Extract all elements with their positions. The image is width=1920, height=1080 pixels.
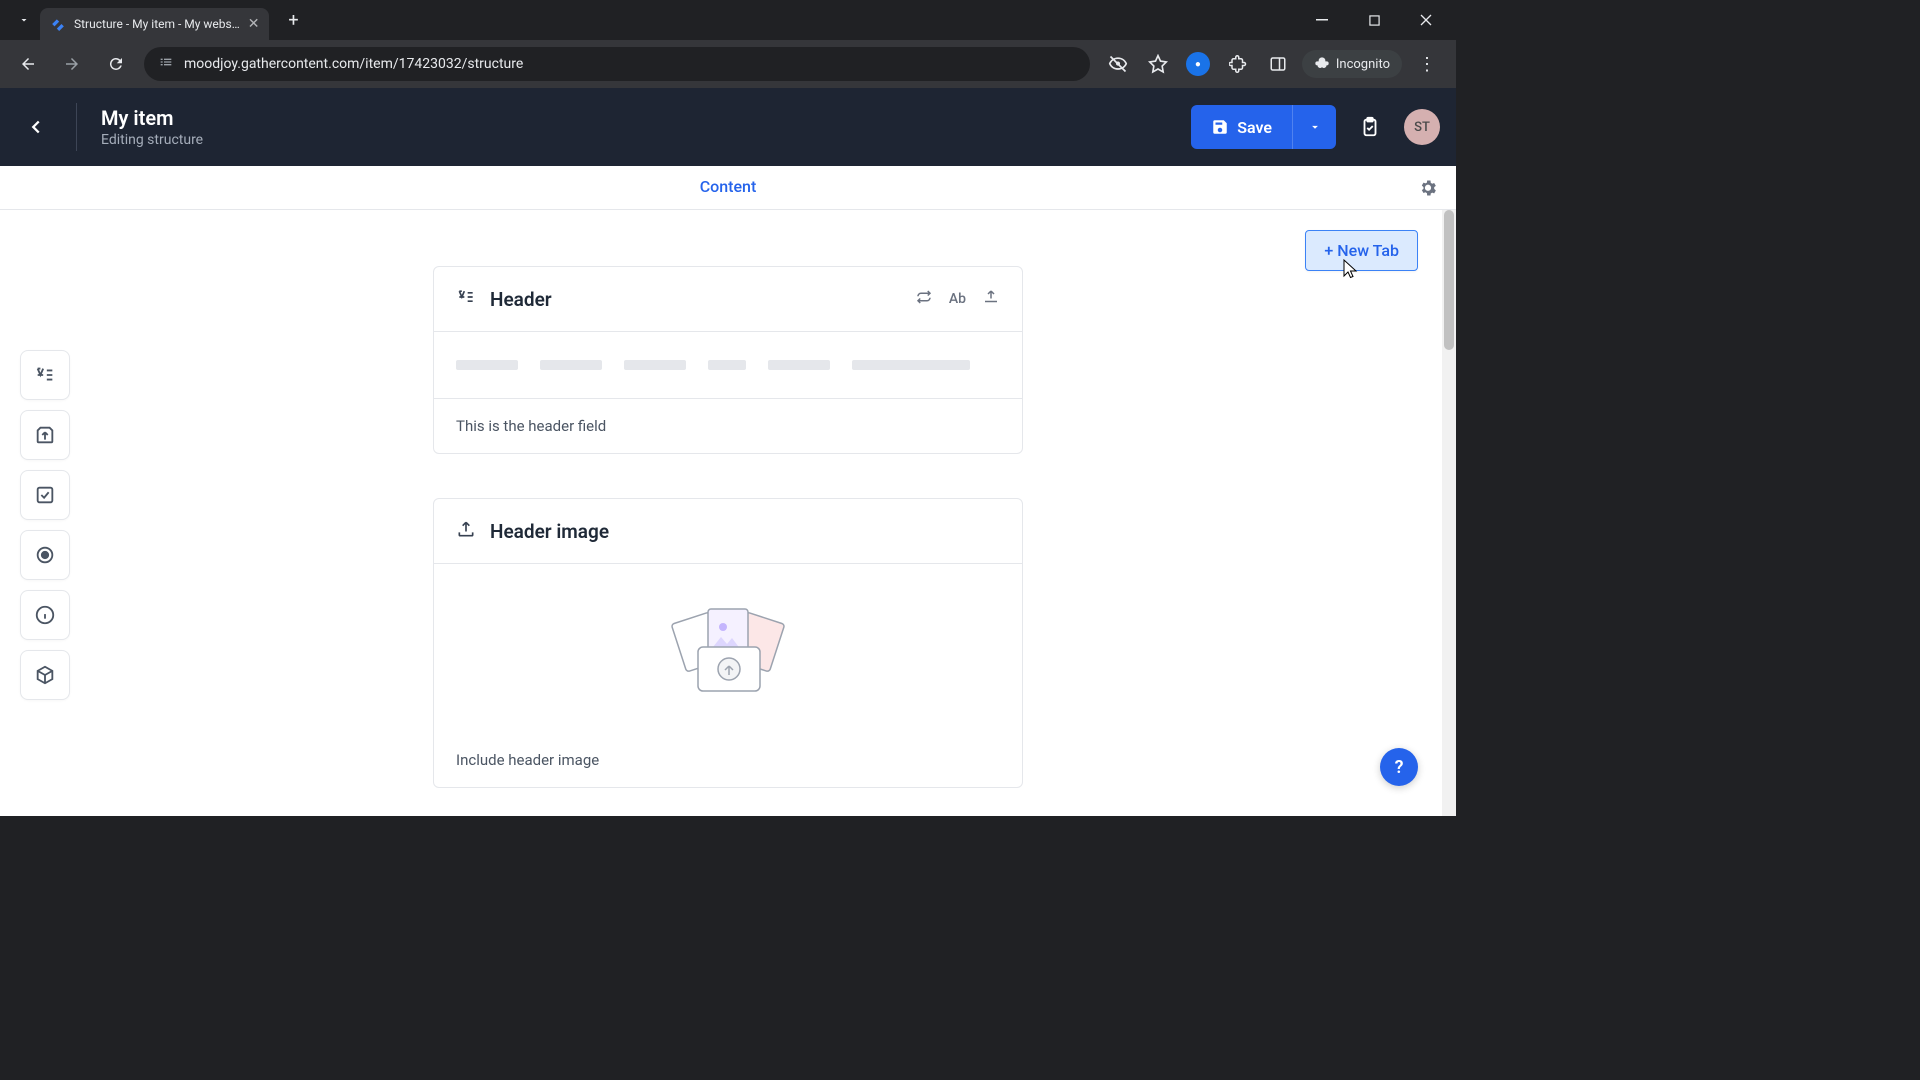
- field-cards: Header Ab: [433, 266, 1023, 788]
- field-card-header[interactable]: Header Ab: [433, 266, 1023, 454]
- field-type-checkbox[interactable]: [20, 470, 70, 520]
- scrollbar-thumb[interactable]: [1444, 210, 1454, 350]
- incognito-badge[interactable]: Incognito: [1302, 50, 1402, 78]
- app-root: My item Editing structure Save ST Conten…: [0, 88, 1456, 816]
- browser-toolbar: moodjoy.gathercontent.com/item/17423032/…: [0, 40, 1456, 88]
- field-type-text[interactable]: [20, 350, 70, 400]
- field-description: Include header image: [434, 733, 1022, 787]
- page-title: My item: [101, 106, 203, 130]
- gear-icon: [1418, 178, 1438, 198]
- chevron-down-icon: [1308, 120, 1322, 134]
- browser-forward-button[interactable]: [56, 48, 88, 80]
- save-icon: [1211, 118, 1229, 136]
- help-button[interactable]: ?: [1380, 748, 1418, 786]
- header-text: My item Editing structure: [101, 106, 203, 148]
- upload-field-icon: [456, 519, 476, 543]
- tab-title: Structure - My item - My webs…: [74, 17, 240, 31]
- site-info-icon[interactable]: [158, 54, 174, 74]
- header-actions: Save ST: [1191, 105, 1440, 149]
- extensions-icon[interactable]: [1222, 48, 1254, 80]
- sidepanel-icon[interactable]: [1262, 48, 1294, 80]
- tab-search-dropdown[interactable]: [8, 4, 40, 36]
- header-divider: [76, 103, 77, 151]
- save-button[interactable]: Save: [1191, 105, 1292, 149]
- window-close-button[interactable]: [1404, 4, 1448, 36]
- new-tab-button[interactable]: + New Tab: [1305, 230, 1418, 271]
- repeatable-icon[interactable]: [915, 288, 933, 310]
- formatting-icon[interactable]: Ab: [949, 291, 966, 307]
- card-body: [434, 331, 1022, 398]
- window-minimize-button[interactable]: [1300, 4, 1344, 36]
- tabs-bar: Content: [0, 166, 1456, 210]
- save-dropdown-button[interactable]: [1292, 105, 1336, 149]
- scroll-container[interactable]: + New Tab: [0, 210, 1456, 816]
- field-description: This is the header field: [434, 398, 1022, 453]
- page-subtitle: Editing structure: [101, 132, 203, 148]
- browser-tab-strip: Structure - My item - My webs… ✕ +: [0, 0, 1456, 40]
- user-avatar[interactable]: ST: [1404, 109, 1440, 145]
- field-type-radio[interactable]: [20, 530, 70, 580]
- text-field-icon: [456, 287, 476, 311]
- clipboard-button[interactable]: [1348, 105, 1392, 149]
- browser-new-tab-button[interactable]: +: [279, 6, 307, 34]
- field-card-header-image[interactable]: Header image: [433, 498, 1023, 788]
- card-header: Header Ab: [434, 267, 1022, 331]
- window-maximize-button[interactable]: [1352, 4, 1396, 36]
- field-type-attachment[interactable]: [20, 410, 70, 460]
- field-type-component[interactable]: [20, 650, 70, 700]
- browser-reload-button[interactable]: [100, 48, 132, 80]
- tab-favicon-icon: [50, 16, 66, 32]
- skeleton-placeholder: [456, 360, 1000, 370]
- url-bar[interactable]: moodjoy.gathercontent.com/item/17423032/…: [144, 47, 1090, 81]
- tab-content[interactable]: Content: [700, 166, 757, 209]
- field-type-guidelines[interactable]: [20, 590, 70, 640]
- browser-back-button[interactable]: [12, 48, 44, 80]
- vertical-scrollbar[interactable]: [1442, 210, 1456, 816]
- url-text: moodjoy.gathercontent.com/item/17423032/…: [184, 56, 1076, 72]
- clipboard-check-icon: [1359, 116, 1381, 138]
- field-title: Header image: [490, 520, 1000, 543]
- field-title: Header: [490, 288, 901, 311]
- card-actions: Ab: [915, 288, 1000, 310]
- back-button[interactable]: [16, 107, 56, 147]
- share-icon[interactable]: [982, 288, 1000, 310]
- incognito-label: Incognito: [1336, 57, 1390, 72]
- app-header: My item Editing structure Save ST: [0, 88, 1456, 166]
- upload-illustration-icon: [658, 599, 798, 699]
- browser-toolbar-icons: ● Incognito ⋮: [1102, 48, 1444, 80]
- window-controls: [1300, 4, 1448, 36]
- card-header: Header image: [434, 499, 1022, 563]
- eye-off-icon[interactable]: [1102, 48, 1134, 80]
- content-area: + New Tab: [0, 210, 1456, 816]
- upload-dropzone[interactable]: [434, 563, 1022, 733]
- browser-menu-button[interactable]: ⋮: [1410, 54, 1444, 75]
- browser-tab[interactable]: Structure - My item - My webs… ✕: [40, 8, 269, 40]
- tab-settings-button[interactable]: [1412, 172, 1444, 204]
- save-button-group: Save: [1191, 105, 1336, 149]
- bookmark-star-icon[interactable]: [1142, 48, 1174, 80]
- field-type-toolbar: [20, 350, 70, 700]
- profile-badge-icon[interactable]: ●: [1182, 48, 1214, 80]
- tab-close-icon[interactable]: ✕: [248, 16, 260, 32]
- save-button-label: Save: [1237, 118, 1272, 137]
